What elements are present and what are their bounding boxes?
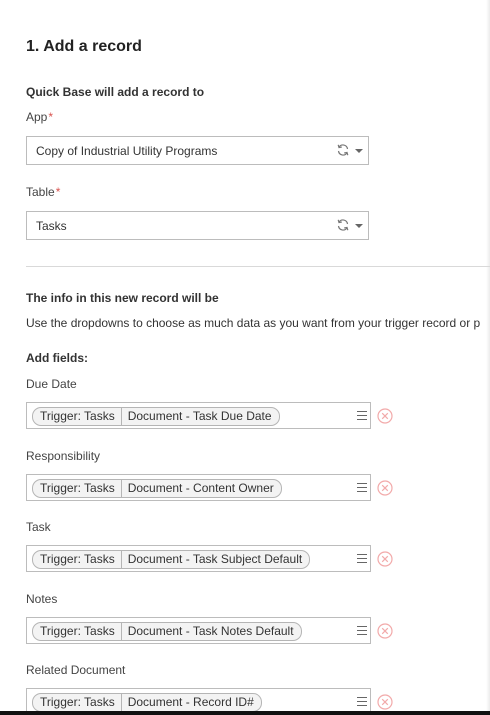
token-source: Trigger: Tasks [33, 551, 122, 568]
token-field: Document - Task Subject Default [127, 552, 303, 566]
field-token[interactable]: Trigger: Tasks Document - Record ID# [32, 693, 262, 712]
table-select-value: Tasks [36, 219, 67, 233]
remove-circle-icon[interactable] [377, 408, 393, 424]
remove-circle-icon[interactable] [377, 623, 393, 639]
token-field: Document - Task Due Date [127, 409, 272, 423]
automation-step-panel: 1. Add a record Quick Base will add a re… [0, 0, 490, 715]
info-heading: The info in this new record will be [26, 291, 219, 305]
field-value-due-date[interactable]: Trigger: Tasks Document - Task Due Date [26, 402, 371, 429]
remove-circle-icon[interactable] [377, 551, 393, 567]
table-label-text: Table [26, 185, 55, 199]
app-select-value: Copy of Industrial Utility Programs [36, 144, 218, 158]
app-select[interactable]: Copy of Industrial Utility Programs [26, 136, 369, 165]
info-description: Use the dropdowns to choose as much data… [26, 316, 481, 330]
chevron-down-icon[interactable] [355, 224, 363, 228]
token-source: Trigger: Tasks [33, 623, 122, 640]
field-label-related-document: Related Document [26, 663, 126, 677]
chevron-down-icon[interactable] [355, 149, 363, 153]
table-label: Table* [26, 185, 60, 199]
field-label-notes: Notes [26, 592, 58, 606]
window-bottom-edge [0, 711, 490, 715]
token-field: Document - Content Owner [127, 481, 274, 495]
hamburger-menu-icon[interactable] [357, 483, 367, 492]
field-value-notes[interactable]: Trigger: Tasks Document - Task Notes Def… [26, 617, 371, 644]
field-label-responsibility: Responsibility [26, 449, 101, 463]
app-label: App* [26, 110, 53, 124]
step-title: 1. Add a record [26, 38, 142, 55]
field-value-task[interactable]: Trigger: Tasks Document - Task Subject D… [26, 545, 371, 572]
field-label-due-date: Due Date [26, 377, 77, 391]
hamburger-menu-icon[interactable] [357, 626, 367, 635]
field-value-responsibility[interactable]: Trigger: Tasks Document - Content Owner [26, 474, 371, 501]
token-source: Trigger: Tasks [33, 408, 122, 425]
field-token[interactable]: Trigger: Tasks Document - Task Notes Def… [32, 622, 302, 641]
panel-edge-shadow [486, 0, 490, 715]
token-source: Trigger: Tasks [33, 694, 122, 711]
token-source: Trigger: Tasks [33, 480, 122, 497]
required-marker: * [55, 185, 61, 199]
required-marker: * [48, 110, 54, 124]
hamburger-menu-icon[interactable] [357, 554, 367, 563]
token-field: Document - Record ID# [127, 695, 254, 709]
field-label-task: Task [26, 520, 51, 534]
refresh-icon[interactable] [336, 218, 350, 232]
hamburger-menu-icon[interactable] [357, 411, 367, 420]
remove-circle-icon[interactable] [377, 694, 393, 710]
field-token[interactable]: Trigger: Tasks Document - Task Subject D… [32, 550, 311, 569]
field-token[interactable]: Trigger: Tasks Document - Content Owner [32, 479, 282, 498]
hamburger-menu-icon[interactable] [357, 697, 367, 706]
field-token[interactable]: Trigger: Tasks Document - Task Due Date [32, 407, 280, 426]
remove-circle-icon[interactable] [377, 480, 393, 496]
section-divider [26, 266, 490, 267]
table-select[interactable]: Tasks [26, 211, 369, 240]
refresh-icon[interactable] [336, 143, 350, 157]
target-heading: Quick Base will add a record to [26, 85, 205, 99]
add-fields-heading: Add fields: [26, 351, 88, 365]
token-field: Document - Task Notes Default [127, 624, 294, 638]
app-label-text: App [26, 110, 48, 124]
